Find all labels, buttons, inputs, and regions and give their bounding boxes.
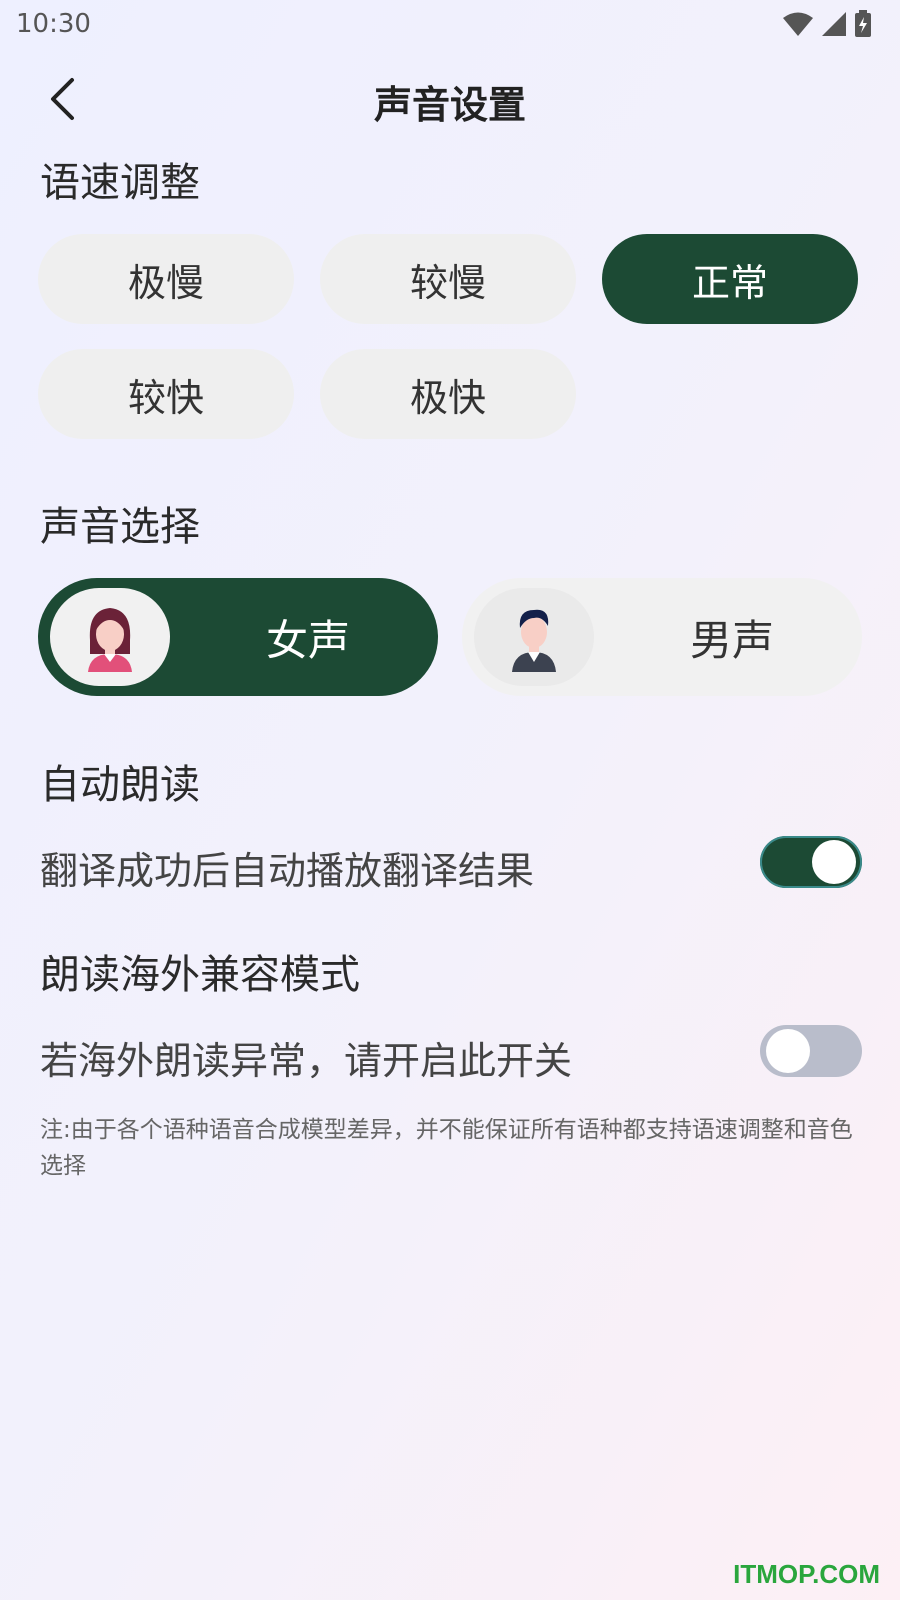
- speed-option-normal[interactable]: 正常: [602, 234, 858, 324]
- speed-option-slow[interactable]: 较慢: [320, 234, 576, 324]
- speed-option-very-slow[interactable]: 极慢: [38, 234, 294, 324]
- signal-icon: [822, 12, 846, 36]
- compat-mode-description: 若海外朗读异常，请开启此开关: [40, 1039, 573, 1083]
- speed-section-title: 语速调整: [40, 160, 200, 206]
- voice-section-title: 声音选择: [40, 504, 200, 550]
- status-time: 10:30: [16, 9, 91, 39]
- male-avatar-icon: [512, 609, 556, 672]
- auto-read-toggle[interactable]: [760, 836, 862, 888]
- speed-option-fast[interactable]: 较快: [38, 349, 294, 439]
- status-bar: 10:30: [0, 0, 900, 50]
- battery-icon: [855, 10, 871, 37]
- voice-option-female[interactable]: 女声: [38, 578, 438, 696]
- voice-label-female: 女声: [265, 615, 350, 665]
- speed-option-very-fast[interactable]: 极快: [320, 349, 576, 439]
- toggle-knob: [812, 840, 856, 884]
- voice-label-male: 男声: [689, 615, 774, 665]
- female-avatar-icon: [88, 608, 132, 672]
- male-avatar: [474, 588, 594, 686]
- female-avatar: [50, 588, 170, 686]
- wifi-icon: [783, 12, 813, 36]
- note-text: 注:由于各个语种语音合成模型差异，并不能保证所有语种都支持语速调整和音色选择: [40, 1117, 853, 1179]
- compat-mode-title: 朗读海外兼容模式: [40, 952, 360, 998]
- status-icons: [782, 10, 872, 38]
- toggle-knob: [766, 1029, 810, 1073]
- watermark: ITMOP.COM: [733, 1559, 880, 1589]
- compat-mode-toggle[interactable]: [760, 1025, 862, 1077]
- voice-option-male[interactable]: 男声: [462, 578, 862, 696]
- auto-read-description: 翻译成功后自动播放翻译结果: [40, 849, 535, 893]
- header: 声音设置: [0, 60, 900, 140]
- auto-read-title: 自动朗读: [40, 762, 200, 808]
- page-title: 声音设置: [373, 83, 526, 127]
